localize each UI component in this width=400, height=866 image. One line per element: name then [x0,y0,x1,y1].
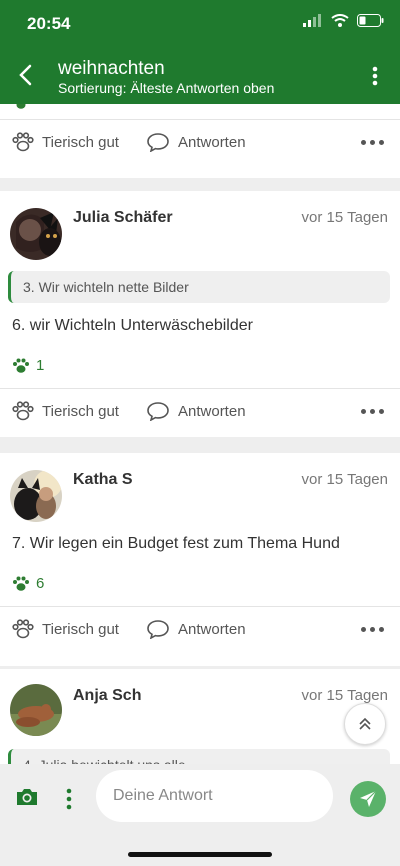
comment-icon [147,133,169,152]
paw-outline-icon [12,401,34,421]
action-bar: Tierisch gut Antworten [0,606,400,655]
reply-card: Katha S vor 15 Tagen 7. Wir legen ein Bu… [0,453,400,666]
like-button[interactable]: Tierisch gut [12,132,119,152]
back-arrow-icon[interactable] [16,64,38,86]
post-text: 7. Wir legen ein Budget fest zum Thema H… [12,535,340,552]
reply-label: Antworten [178,620,246,638]
action-bar: Tierisch gut Antworten [0,388,400,437]
paw-outline-icon [12,132,34,152]
wifi-icon [331,14,349,27]
like-label: Tierisch gut [42,620,119,638]
more-options-icon[interactable] [361,627,384,632]
sort-subtitle[interactable]: Sortierung: Älteste Antworten oben [58,80,274,96]
like-count-value: 6 [36,575,45,592]
reply-button[interactable]: Antworten [146,132,246,152]
home-indicator[interactable] [128,852,272,857]
camera-icon[interactable] [15,787,39,807]
avatar[interactable] [10,684,62,736]
post-text: 6. wir Wichteln Unterwäschebilder [12,317,253,334]
author-name[interactable]: Julia Schäfer [73,209,173,227]
reply-button[interactable]: Antworten [146,401,246,421]
like-label: Tierisch gut [42,133,119,151]
page-title: weihnachten [58,58,165,79]
paw-icon [13,576,29,591]
more-options-icon[interactable] [361,409,384,414]
status-time: 20:54 [27,14,71,33]
double-chevron-up-icon [359,717,371,730]
post-time: vor 15 Tagen [301,687,388,704]
paw-icon [13,358,29,373]
reply-card: Anja Sch vor 15 Tagen 4. Julia bewichtel… [0,669,400,764]
reply-button[interactable]: Antworten [146,619,246,639]
avatar[interactable] [10,208,62,260]
like-count-value: 1 [36,357,45,374]
avatar[interactable] [10,470,62,522]
app-bar: weihnachten Sortierung: Älteste Antworte… [0,48,400,104]
status-bar: 20:54 [0,0,400,48]
post-time: vor 15 Tagen [301,471,388,488]
quoted-reply[interactable]: 3. Wir wichteln nette Bilder [8,271,390,303]
battery-icon [357,14,384,27]
comment-icon [147,402,169,421]
post-time: vor 15 Tagen [301,209,388,226]
like-count[interactable]: 1 [12,357,44,374]
like-button[interactable]: Tierisch gut [12,401,119,421]
author-name[interactable]: Anja Sch [73,687,141,705]
quoted-reply[interactable]: 4. Julia bewichtelt uns alle [8,749,390,764]
reply-composer [0,764,400,866]
reply-label: Antworten [178,402,246,420]
status-icons [303,14,384,27]
author-name[interactable]: Katha S [73,471,133,489]
reply-label: Antworten [178,133,246,151]
reply-feed[interactable]: Tierisch gut Antworten Julia Schäfer vor… [0,104,400,764]
reply-card-previous: Tierisch gut Antworten [0,104,400,178]
scroll-to-top-button[interactable] [344,703,386,745]
attach-menu-icon[interactable] [66,788,72,810]
reply-input[interactable] [96,770,333,822]
send-button[interactable] [350,781,386,817]
more-vertical-icon[interactable] [372,66,378,86]
like-label: Tierisch gut [42,402,119,420]
action-bar: Tierisch gut Antworten [0,119,400,168]
signal-icon [303,14,321,27]
send-icon [360,790,377,807]
like-button[interactable]: Tierisch gut [12,619,119,639]
like-count[interactable]: 6 [12,575,44,592]
comment-icon [147,620,169,639]
paw-icon [16,104,26,109]
paw-outline-icon [12,619,34,639]
more-options-icon[interactable] [361,140,384,145]
reply-card: Julia Schäfer vor 15 Tagen 3. Wir wichte… [0,191,400,437]
